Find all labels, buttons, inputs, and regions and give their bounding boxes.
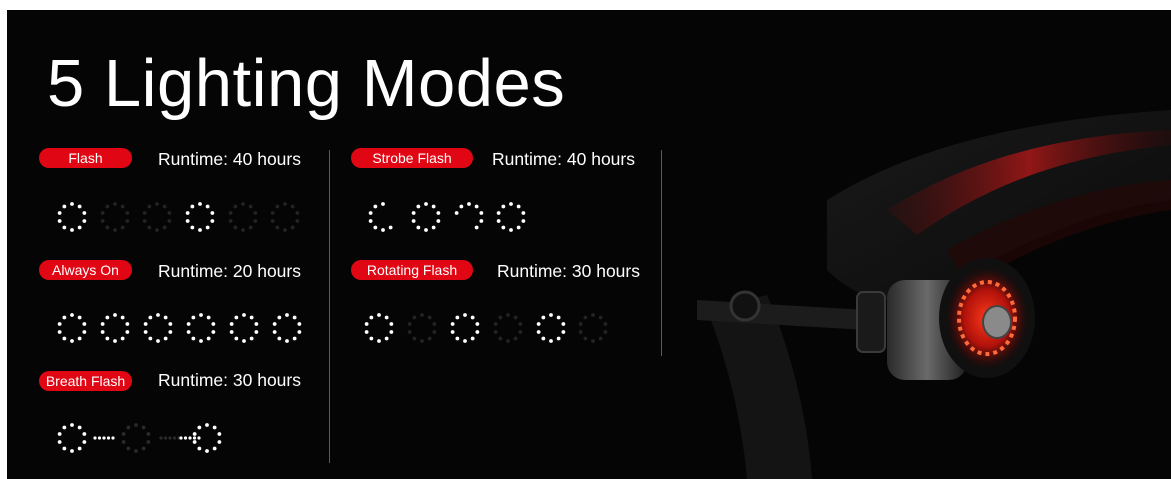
strobe-flash-pattern-icon-dots — [368, 202, 526, 232]
page-title: 5 Lighting Modes — [47, 46, 566, 121]
mode-badge-flash: Flash — [39, 148, 132, 168]
rotating-flash-pattern-icon-dots — [364, 313, 608, 343]
breath-flash-pattern-icon — [51, 418, 321, 458]
strobe-flash-pattern-icon — [361, 197, 631, 237]
mode-badge-strobe-flash: Strobe Flash — [351, 148, 473, 168]
runtime-rotating-flash: Runtime: 30 hours — [497, 261, 640, 281]
mode-badge-always-on: Always On — [39, 260, 132, 280]
column-divider — [661, 150, 662, 356]
lighting-modes-banner: 5 Lighting Modes Flash Runtime: 40 hours… — [7, 10, 1171, 479]
flash-pattern-icon — [51, 197, 321, 237]
mode-badge-rotating-flash: Rotating Flash — [351, 260, 473, 280]
always-on-pattern-icon-dots — [57, 313, 302, 343]
runtime-always-on: Runtime: 20 hours — [158, 261, 301, 281]
runtime-flash: Runtime: 40 hours — [158, 149, 301, 169]
runtime-breath-flash: Runtime: 30 hours — [158, 370, 301, 390]
runtime-strobe-flash: Runtime: 40 hours — [492, 149, 635, 169]
flash-pattern-icon-dots — [57, 202, 300, 232]
always-on-pattern-icon — [51, 308, 321, 348]
breath-flash-pattern-icon-dots — [57, 423, 222, 453]
column-divider — [329, 150, 330, 463]
rotating-flash-pattern-icon — [353, 308, 623, 348]
mode-badge-breath-flash: Breath Flash — [39, 371, 132, 391]
